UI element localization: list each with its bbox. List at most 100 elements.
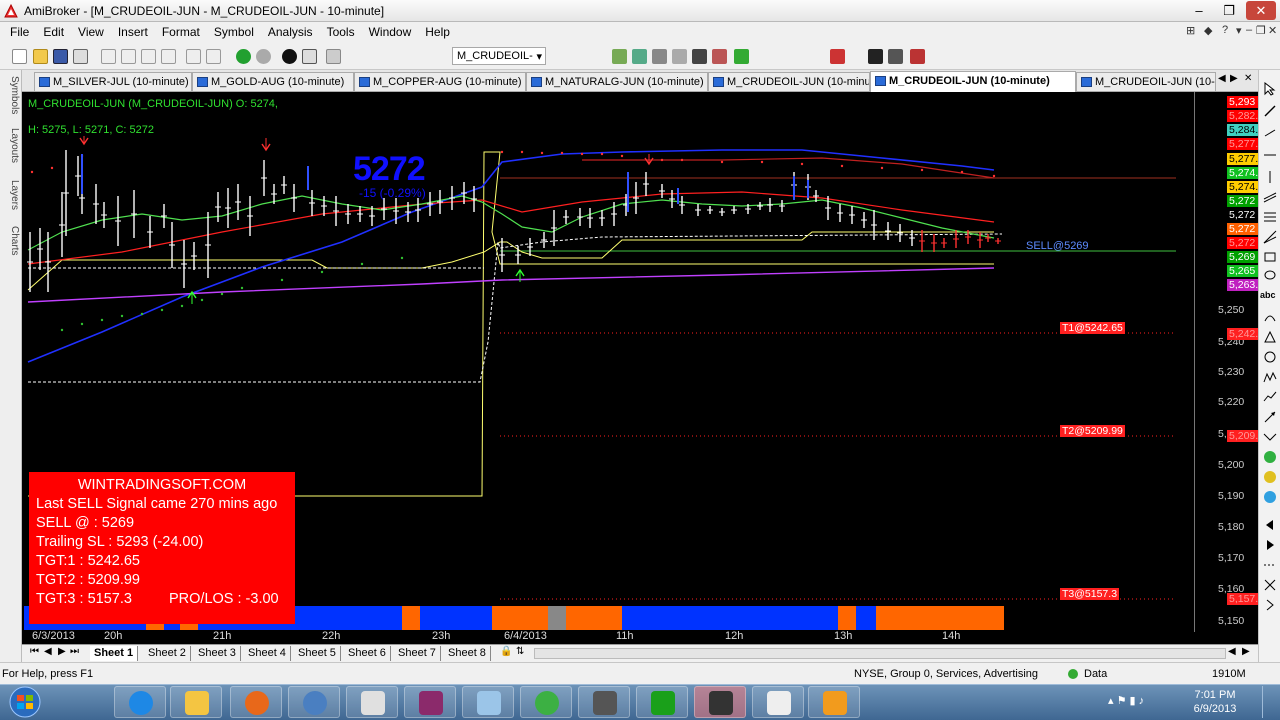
- sort-icon[interactable]: ⇅: [516, 646, 524, 657]
- scroll-left-icon[interactable]: [1263, 518, 1277, 532]
- ray-tool-icon[interactable]: [1263, 126, 1277, 140]
- line-style-icon[interactable]: [1263, 558, 1277, 572]
- scroll-right-icon[interactable]: [1263, 538, 1277, 552]
- taskbar-explorer[interactable]: [170, 686, 222, 718]
- sheet-last-icon[interactable]: ⏭: [70, 646, 79, 657]
- menu-help[interactable]: Help: [425, 25, 450, 39]
- forward-icon[interactable]: [256, 49, 271, 64]
- menu-analysis[interactable]: Analysis: [268, 25, 313, 39]
- new-icon[interactable]: [12, 49, 27, 64]
- tool1-icon[interactable]: [612, 49, 627, 64]
- chevron-right-icon[interactable]: [1263, 598, 1277, 612]
- maximize-button[interactable]: ❐: [1216, 1, 1242, 20]
- doc-tab-crudeoil-1[interactable]: M_CRUDEOIL-JUN (10-minute): [708, 72, 870, 91]
- tab-layouts[interactable]: Layouts: [2, 128, 20, 163]
- doc-tab-crudeoil-3[interactable]: M_CRUDEOIL-JUN (10-m: [1076, 72, 1216, 91]
- undo-icon[interactable]: [186, 49, 201, 64]
- menu-file[interactable]: File: [10, 25, 29, 39]
- sheet-tab-5[interactable]: Sheet 5: [294, 646, 341, 661]
- tool2-icon[interactable]: [632, 49, 647, 64]
- taskbar-winrar[interactable]: [404, 686, 456, 718]
- taskbar-app5[interactable]: [346, 686, 398, 718]
- line-tool-icon[interactable]: [1263, 104, 1277, 118]
- pen-color-icon[interactable]: [830, 49, 845, 64]
- taskbar-clock[interactable]: 7:01 PM 6/9/2013: [1180, 688, 1250, 716]
- diamond-icon[interactable]: ◆: [1204, 24, 1212, 37]
- inner-minimize-button[interactable]: –: [1246, 24, 1252, 36]
- doc-tab-crudeoil-active[interactable]: M_CRUDEOIL-JUN (10-minute): [870, 71, 1076, 92]
- fibonacci-icon[interactable]: [1263, 210, 1277, 224]
- cursor-arrow-icon[interactable]: [1263, 82, 1277, 96]
- open-folder-icon[interactable]: [33, 49, 48, 64]
- copy-icon[interactable]: [121, 49, 136, 64]
- close-button[interactable]: ✕: [1246, 1, 1276, 20]
- scroll-left-arrow-icon[interactable]: ◀: [1228, 646, 1236, 657]
- magnify-plus-icon[interactable]: [1263, 450, 1277, 464]
- tool3-icon[interactable]: [652, 49, 667, 64]
- horizontal-line-icon[interactable]: [1263, 148, 1277, 162]
- start-button-icon[interactable]: [4, 686, 46, 718]
- tab-scroll-left-icon[interactable]: ◀: [1218, 73, 1226, 84]
- ellipse-icon[interactable]: [1263, 268, 1277, 282]
- sheet-prev-icon[interactable]: ◀: [44, 646, 52, 657]
- minimize-button[interactable]: –: [1186, 1, 1212, 20]
- horizontal-scrollbar[interactable]: [534, 648, 1226, 659]
- tool4-icon[interactable]: [672, 49, 687, 64]
- info-icon[interactable]: [282, 49, 297, 64]
- pitchfork-icon[interactable]: [1263, 390, 1277, 404]
- chevron-down-icon[interactable]: ▾: [536, 50, 542, 63]
- doc-tab-copper[interactable]: M_COPPER-AUG (10-minute): [354, 72, 526, 91]
- lock-icon[interactable]: 🔒: [500, 646, 512, 657]
- zoom-icon[interactable]: [1263, 490, 1277, 504]
- sheet-first-icon[interactable]: ⏮: [30, 646, 39, 657]
- sheet-tab-8[interactable]: Sheet 8: [444, 646, 491, 661]
- gann-icon[interactable]: [1263, 230, 1277, 244]
- taskbar-app9[interactable]: [578, 686, 630, 718]
- scroll-right-arrow-icon[interactable]: ▶: [1242, 646, 1250, 657]
- taskbar-app13[interactable]: [808, 686, 860, 718]
- symbol-combobox[interactable]: M_CRUDEOIL- ▾: [452, 47, 546, 65]
- rectangle-icon[interactable]: [1263, 250, 1277, 264]
- taskbar-app7[interactable]: [462, 686, 514, 718]
- tab-charts[interactable]: Charts: [2, 226, 20, 255]
- tab-close-icon[interactable]: ✕: [1244, 73, 1252, 84]
- arc-icon[interactable]: [1263, 310, 1277, 324]
- delete-icon[interactable]: [161, 49, 176, 64]
- menu-view[interactable]: View: [78, 25, 104, 39]
- circle-tool-icon[interactable]: [1263, 350, 1277, 364]
- taskbar-app10[interactable]: [636, 686, 688, 718]
- help-icon[interactable]: ?: [1222, 24, 1228, 36]
- menu-insert[interactable]: Insert: [118, 25, 148, 39]
- tool6-icon[interactable]: [712, 49, 727, 64]
- menu-edit[interactable]: Edit: [43, 25, 64, 39]
- sheet-tab-1[interactable]: Sheet 1: [90, 646, 139, 661]
- sheet-tab-6[interactable]: Sheet 6: [344, 646, 391, 661]
- inner-restore-button[interactable]: ❐: [1256, 24, 1266, 37]
- vertical-line-icon[interactable]: [1263, 170, 1277, 184]
- layout-icon[interactable]: ⊞: [1186, 24, 1195, 37]
- menu-format[interactable]: Format: [162, 25, 200, 39]
- arrow-tool-icon[interactable]: [1263, 410, 1277, 424]
- save-icon[interactable]: [53, 49, 68, 64]
- zigzag-icon[interactable]: [1263, 370, 1277, 384]
- magnify-minus-icon[interactable]: [1263, 470, 1277, 484]
- tab-symbols[interactable]: Symbols: [2, 76, 20, 114]
- taskbar-firefox[interactable]: [230, 686, 282, 718]
- chart-icon[interactable]: [326, 49, 341, 64]
- show-desktop-button[interactable]: [1262, 686, 1278, 718]
- tool7-icon[interactable]: [734, 49, 749, 64]
- sheet-next-icon[interactable]: ▶: [58, 646, 66, 657]
- menu-tools[interactable]: Tools: [327, 25, 355, 39]
- menu-window[interactable]: Window: [369, 25, 412, 39]
- tool5-icon[interactable]: [692, 49, 707, 64]
- channel-tool-icon[interactable]: [1263, 190, 1277, 204]
- menu-symbol[interactable]: Symbol: [214, 25, 254, 39]
- back-icon[interactable]: [236, 49, 251, 64]
- trend-icon[interactable]: [1263, 430, 1277, 444]
- window-icon[interactable]: [302, 49, 317, 64]
- magnet-icon[interactable]: [910, 49, 925, 64]
- tab-scroll-right-icon[interactable]: ▶: [1230, 73, 1238, 84]
- cross-icon[interactable]: [1263, 578, 1277, 592]
- cancel-icon[interactable]: [206, 49, 221, 64]
- sheet-tab-4[interactable]: Sheet 4: [244, 646, 291, 661]
